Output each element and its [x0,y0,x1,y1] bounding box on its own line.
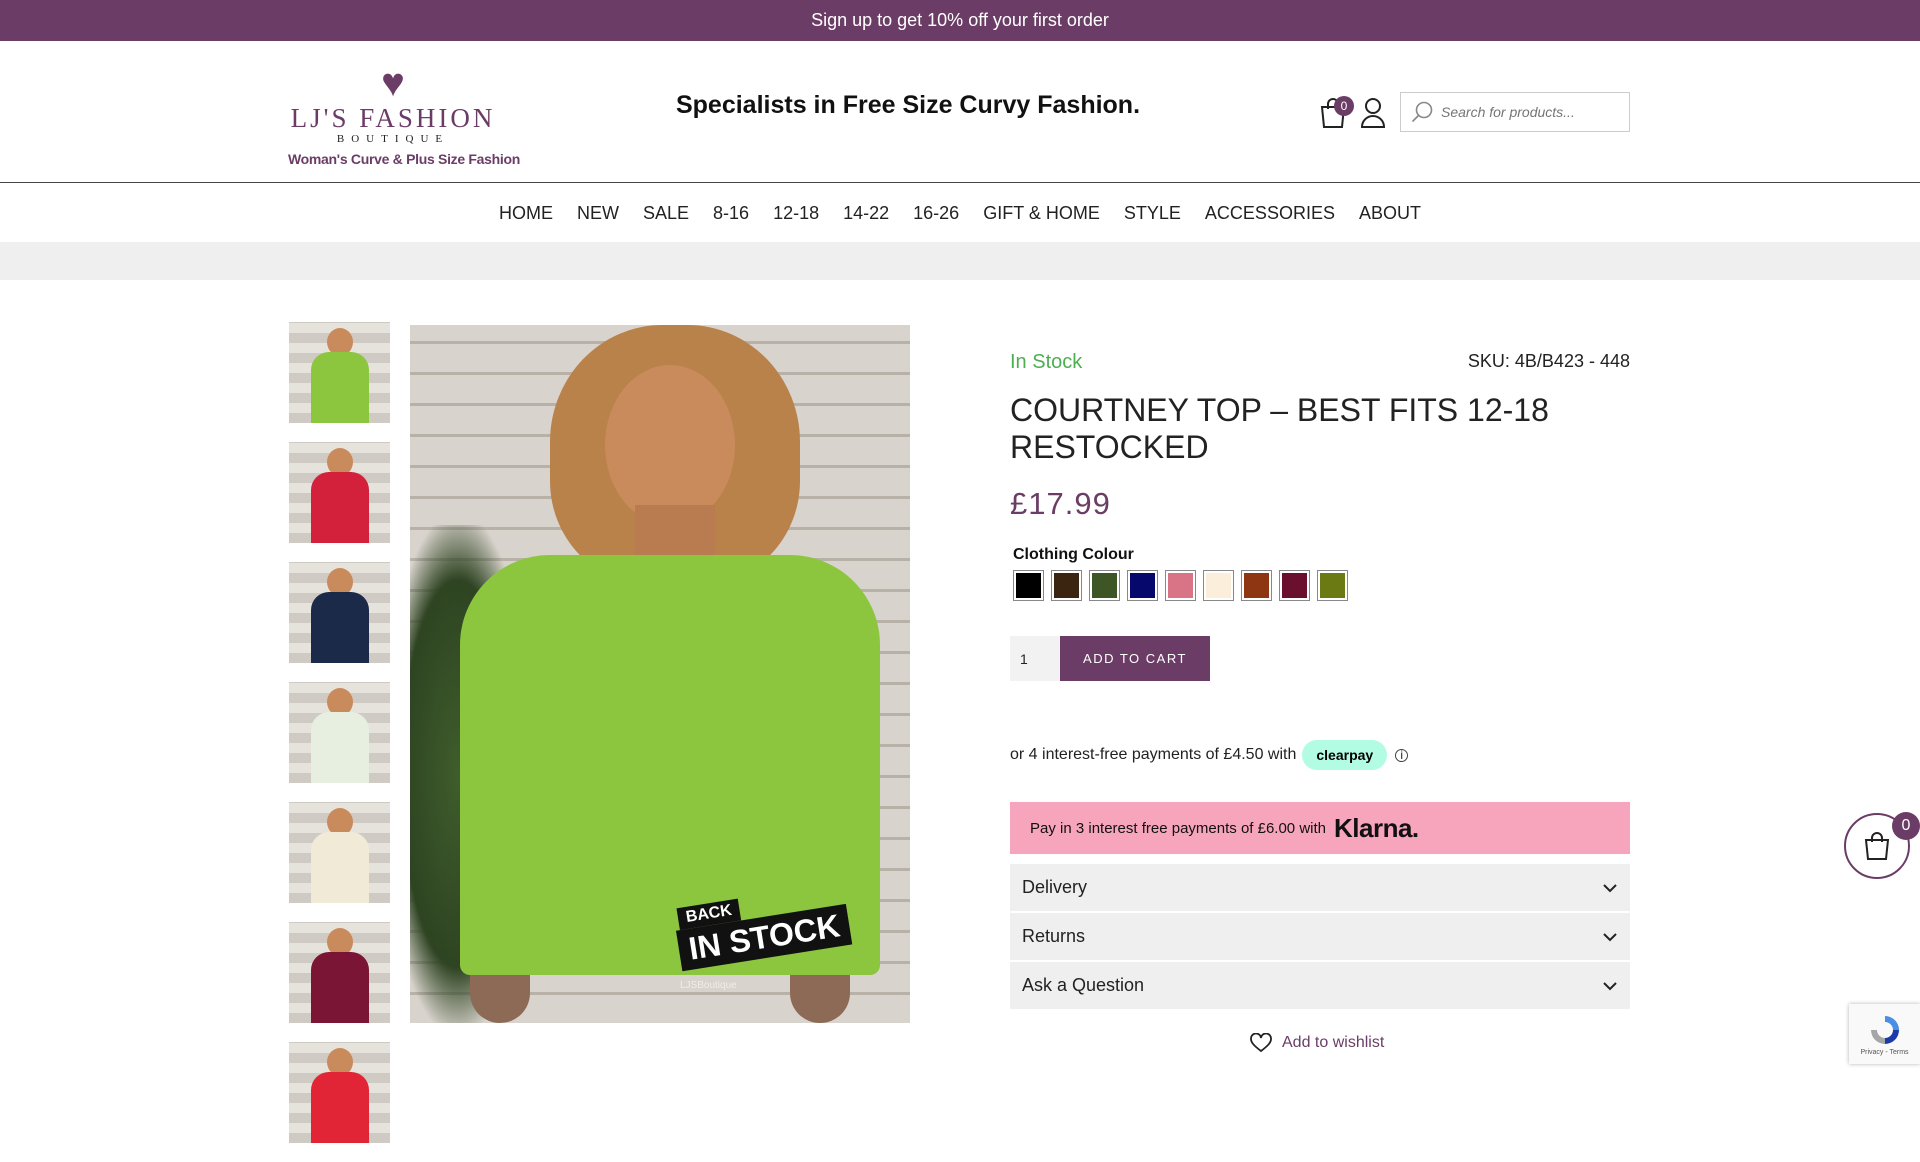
cart-count-badge: 0 [1334,96,1354,116]
nav-16-26[interactable]: 16-26 [901,203,971,224]
recaptcha-text[interactable]: Privacy - Terms [1860,1049,1908,1056]
stock-status: In Stock [1010,351,1083,373]
colour-swatch[interactable] [1165,570,1196,601]
thumbnail-top [311,472,369,543]
main-navigation: HOME NEW SALE 8-16 12-18 14-22 16-26 GIF… [0,184,1920,242]
wishlist-label: Add to wishlist [1282,1034,1385,1051]
thumbnail[interactable] [289,322,390,423]
thumbnail-top [311,712,369,783]
swatch-color [1168,573,1193,598]
thumbnail[interactable] [289,1042,390,1143]
search-box[interactable] [1400,92,1630,132]
thumbnail[interactable] [289,682,390,783]
colour-swatch[interactable] [1203,570,1234,601]
heart-icon [1250,1033,1272,1053]
klarna-text: Pay in 3 interest free payments of £6.00… [1030,819,1326,837]
accordion-label: Returns [1022,926,1086,946]
announcement-text[interactable]: Sign up to get 10% off your first order [811,10,1109,31]
logo-brand: LJ'S FASHION [290,103,496,133]
nav-12-18[interactable]: 12-18 [761,203,831,224]
nav-new[interactable]: NEW [565,203,631,224]
thumbnail-top [311,832,369,903]
nav-gift-home[interactable]: GIFT & HOME [971,203,1112,224]
colour-swatch[interactable] [1279,570,1310,601]
colour-swatch[interactable] [1089,570,1120,601]
logo-subbrand: BOUTIQUE [336,133,450,145]
floating-cart-count: 0 [1892,812,1920,840]
chevron-down-icon [1603,883,1617,892]
header-slogan: Specialists in Free Size Curvy Fashion. [675,91,1141,119]
product-price: £17.99 [1010,486,1111,521]
nav-about[interactable]: ABOUT [1347,203,1433,224]
nav-home[interactable]: HOME [487,203,565,224]
chevron-down-icon [1603,981,1617,990]
colour-swatch[interactable] [1127,570,1158,601]
site-logo[interactable]: ♥ LJ'S FASHION BOUTIQUE Woman's Curve & … [288,61,521,173]
klarna-banner[interactable]: Pay in 3 interest free payments of £6.00… [1010,802,1630,854]
product-title: COURTNEY TOP – BEST FITS 12-18 RESTOCKED [1010,392,1549,465]
shopping-bag-icon [1864,832,1890,860]
swatch-color [1092,573,1117,598]
clearpay-message: or 4 interest-free payments of £4.50 wit… [1010,740,1409,770]
nav-sale[interactable]: SALE [631,203,701,224]
klarna-logo: Klarna. [1334,812,1419,843]
thumbnail-gallery [289,322,390,1162]
accordion-label: Ask a Question [1022,975,1145,995]
swatch-color [1016,573,1041,598]
colour-swatch[interactable] [1051,570,1082,601]
info-icon[interactable]: i [1395,748,1409,762]
swatch-color [1054,573,1079,598]
product-sku: SKU: 4B/B423 - 448 [1467,351,1630,371]
image-watermark: LJSBoutique [680,980,737,991]
recaptcha-icon [1870,1015,1899,1044]
nav-8-16[interactable]: 8-16 [701,203,761,224]
swatch-color [1282,573,1307,598]
site-header: ♥ LJ'S FASHION BOUTIQUE Woman's Curve & … [0,41,1920,183]
clearpay-logo[interactable]: clearpay [1302,740,1388,770]
accordion-ask-question[interactable]: Ask a Question [1010,962,1630,1009]
announcement-bar[interactable]: Sign up to get 10% off your first order [0,0,1920,41]
colour-swatch[interactable] [1317,570,1348,601]
recaptcha-badge[interactable]: Privacy - Terms [1849,1004,1920,1064]
quantity-input[interactable]: 1 [1010,636,1060,681]
colour-swatches [1013,570,1348,601]
thumbnail-top [311,592,369,663]
thumbnail-top [311,352,369,423]
add-to-cart-button[interactable]: ADD TO CART [1060,636,1210,681]
thumbnail[interactable] [289,442,390,543]
search-icon [1411,101,1433,123]
account-icon[interactable] [1360,97,1386,129]
thumbnail[interactable] [289,922,390,1023]
logo-tagline: Woman's Curve & Plus Size Fashion [288,151,521,167]
breadcrumb-band [0,242,1920,280]
colour-label: Clothing Colour [1013,546,1134,563]
nav-accessories[interactable]: ACCESSORIES [1193,203,1347,224]
chevron-down-icon [1603,932,1617,941]
swatch-color [1206,573,1231,598]
colour-swatch[interactable] [1241,570,1272,601]
swatch-color [1320,573,1345,598]
colour-swatch[interactable] [1013,570,1044,601]
search-input[interactable] [1441,104,1621,120]
main-product-image[interactable]: BACKIN STOCK LJSBoutique [410,325,910,1023]
accordion-label: Delivery [1022,877,1088,897]
thumbnail[interactable] [289,562,390,663]
swatch-color [1130,573,1155,598]
thumbnail-top [311,1072,369,1143]
accordion-returns[interactable]: Returns [1010,913,1630,960]
model-face [605,365,735,525]
nav-14-22[interactable]: 14-22 [831,203,901,224]
nav-style[interactable]: STYLE [1112,203,1193,224]
clearpay-text: or 4 interest-free payments of £4.50 wit… [1010,746,1297,763]
thumbnail-top [311,952,369,1023]
thumbnail[interactable] [289,802,390,903]
add-to-wishlist-link[interactable]: Add to wishlist [1250,1033,1384,1053]
swatch-color [1244,573,1269,598]
heart-logo-icon: ♥ [381,61,405,105]
accordion-delivery[interactable]: Delivery [1010,864,1630,911]
